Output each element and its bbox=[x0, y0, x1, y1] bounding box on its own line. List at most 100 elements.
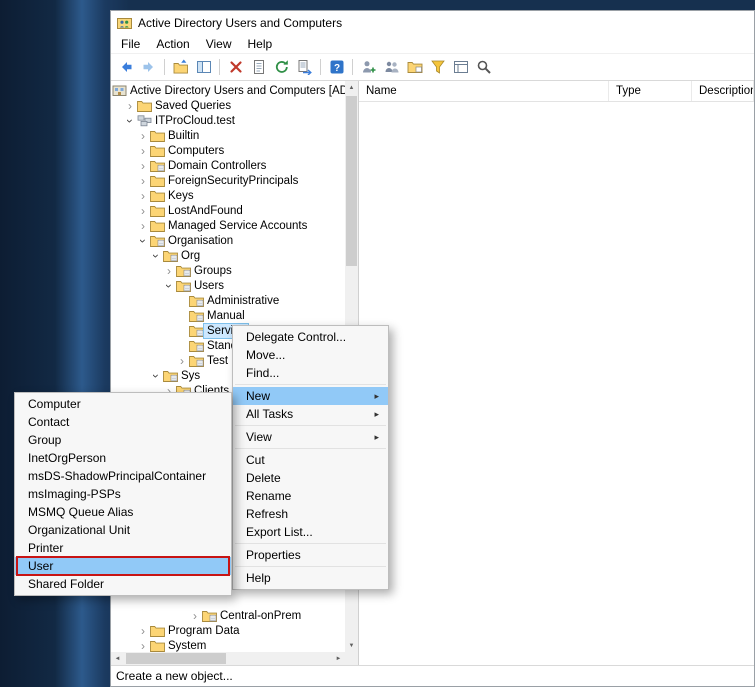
tree-item[interactable]: Administrative bbox=[111, 293, 345, 308]
scroll-up-icon[interactable]: ▲ bbox=[345, 81, 358, 94]
context-menu-item-delete[interactable]: Delete bbox=[233, 469, 388, 487]
expander-expanded-icon[interactable]: › bbox=[137, 235, 149, 247]
context-menu-item-new[interactable]: New▸ bbox=[233, 387, 388, 405]
expander-collapsed-icon[interactable]: › bbox=[137, 160, 149, 172]
tree-item-label: Central-onPrem bbox=[217, 609, 304, 623]
expander-collapsed-icon[interactable]: › bbox=[137, 205, 149, 217]
menu-help[interactable]: Help bbox=[240, 36, 281, 52]
context-menu-item-view[interactable]: View▸ bbox=[233, 428, 388, 446]
submenu-item-msds-shadowprincipalcontainer[interactable]: msDS-ShadowPrincipalContainer bbox=[15, 467, 231, 485]
context-menu-item-export-list[interactable]: Export List... bbox=[233, 523, 388, 541]
delete-button[interactable] bbox=[224, 56, 247, 78]
scroll-right-icon[interactable]: ► bbox=[332, 652, 345, 665]
column-header-name[interactable]: Name bbox=[359, 81, 609, 101]
new-group-button[interactable] bbox=[380, 56, 403, 78]
back-arrow-icon bbox=[118, 59, 134, 75]
delete-x-icon bbox=[228, 59, 244, 75]
submenu-item-msimaging-psps[interactable]: msImaging-PSPs bbox=[15, 485, 231, 503]
expander-expanded-icon[interactable]: › bbox=[150, 370, 162, 382]
tree-item[interactable]: ›Groups bbox=[111, 263, 345, 278]
folder-icon bbox=[149, 205, 165, 217]
tree-horizontal-scrollbar[interactable]: ◄ ► bbox=[111, 652, 345, 665]
back-button[interactable] bbox=[114, 56, 137, 78]
forward-button[interactable] bbox=[137, 56, 160, 78]
context-menu-item-delegate-control[interactable]: Delegate Control... bbox=[233, 328, 388, 346]
submenu-item-inetorgperson[interactable]: InetOrgPerson bbox=[15, 449, 231, 467]
tree-item[interactable]: ›ITProCloud.test bbox=[111, 113, 345, 128]
folder-icon bbox=[149, 625, 165, 637]
tree-item[interactable]: ›Domain Controllers bbox=[111, 158, 345, 173]
submenu-item-printer[interactable]: Printer bbox=[15, 539, 231, 557]
menu-item-label: Find... bbox=[246, 366, 279, 380]
vertical-scroll-thumb[interactable] bbox=[346, 96, 357, 266]
expander-expanded-icon[interactable]: › bbox=[124, 115, 136, 127]
tree-item[interactable]: ›Builtin bbox=[111, 128, 345, 143]
help-icon: ? bbox=[329, 59, 345, 75]
tree-item[interactable]: ›ForeignSecurityPrincipals bbox=[111, 173, 345, 188]
tree-item[interactable]: ›LostAndFound bbox=[111, 203, 345, 218]
tree-item[interactable]: ›Users bbox=[111, 278, 345, 293]
horizontal-scroll-thumb[interactable] bbox=[126, 653, 226, 664]
expander-collapsed-icon[interactable]: › bbox=[137, 175, 149, 187]
expander-collapsed-icon[interactable]: › bbox=[163, 265, 175, 277]
expander-collapsed-icon[interactable]: › bbox=[137, 625, 149, 637]
up-one-level-button[interactable] bbox=[169, 56, 192, 78]
expander-collapsed-icon[interactable]: › bbox=[137, 640, 149, 652]
submenu-item-computer[interactable]: Computer bbox=[15, 395, 231, 413]
find-button[interactable] bbox=[472, 56, 495, 78]
context-menu-item-help[interactable]: Help bbox=[233, 569, 388, 587]
context-menu-item-move[interactable]: Move... bbox=[233, 346, 388, 364]
expander-collapsed-icon[interactable]: › bbox=[137, 130, 149, 142]
tree-item[interactable]: ›Keys bbox=[111, 188, 345, 203]
submenu-item-msmq-queue-alias[interactable]: MSMQ Queue Alias bbox=[15, 503, 231, 521]
tree-item-label: Computers bbox=[165, 144, 227, 158]
expander-collapsed-icon[interactable]: › bbox=[124, 100, 136, 112]
expander-collapsed-icon[interactable]: › bbox=[176, 355, 188, 367]
context-menu-item-find[interactable]: Find... bbox=[233, 364, 388, 382]
tree-item[interactable]: › Computers bbox=[111, 143, 345, 158]
context-menu-item-all-tasks[interactable]: All Tasks▸ bbox=[233, 405, 388, 423]
folder-up-icon bbox=[173, 59, 189, 75]
submenu-item-user[interactable]: User bbox=[15, 557, 231, 575]
view-list-button[interactable] bbox=[449, 56, 472, 78]
show-console-tree-button[interactable] bbox=[192, 56, 215, 78]
expander-collapsed-icon[interactable]: › bbox=[137, 190, 149, 202]
menu-file[interactable]: File bbox=[113, 36, 148, 52]
context-menu-item-cut[interactable]: Cut bbox=[233, 451, 388, 469]
column-header-description[interactable]: Description bbox=[692, 81, 754, 101]
expander-collapsed-icon[interactable]: › bbox=[189, 610, 201, 622]
submenu-item-organizational-unit[interactable]: Organizational Unit bbox=[15, 521, 231, 539]
expander-collapsed-icon[interactable]: › bbox=[137, 220, 149, 232]
tree-item[interactable]: ›Org bbox=[111, 248, 345, 263]
submenu-item-contact[interactable]: Contact bbox=[15, 413, 231, 431]
tree-item[interactable]: ›Saved Queries bbox=[111, 98, 345, 113]
export-list-button[interactable] bbox=[293, 56, 316, 78]
tree-item[interactable]: ›Managed Service Accounts bbox=[111, 218, 345, 233]
expander-expanded-icon[interactable]: › bbox=[163, 280, 175, 292]
menu-action[interactable]: Action bbox=[148, 36, 197, 52]
menu-separator bbox=[235, 448, 386, 449]
expander-expanded-icon[interactable]: › bbox=[150, 250, 162, 262]
scroll-left-icon[interactable]: ◄ bbox=[111, 652, 124, 665]
set-filter-button[interactable] bbox=[426, 56, 449, 78]
context-menu-item-rename[interactable]: Rename bbox=[233, 487, 388, 505]
tree-item[interactable]: ›Organisation bbox=[111, 233, 345, 248]
tree-item[interactable]: Manual bbox=[111, 308, 345, 323]
new-ou-button[interactable] bbox=[403, 56, 426, 78]
tree-item[interactable]: › Central-onPrem bbox=[111, 608, 345, 623]
help-button[interactable]: ? bbox=[325, 56, 348, 78]
new-user-button[interactable] bbox=[357, 56, 380, 78]
properties-button[interactable] bbox=[247, 56, 270, 78]
refresh-button[interactable] bbox=[270, 56, 293, 78]
expander-collapsed-icon[interactable]: › bbox=[137, 145, 149, 157]
submenu-item-shared-folder[interactable]: Shared Folder bbox=[15, 575, 231, 593]
context-menu-item-refresh[interactable]: Refresh bbox=[233, 505, 388, 523]
tree-item[interactable]: ›Program Data bbox=[111, 623, 345, 638]
tree-item[interactable]: ›System bbox=[111, 638, 345, 652]
scroll-down-icon[interactable]: ▼ bbox=[345, 639, 358, 652]
column-header-type[interactable]: Type bbox=[609, 81, 692, 101]
submenu-item-group[interactable]: Group bbox=[15, 431, 231, 449]
context-menu-item-properties[interactable]: Properties bbox=[233, 546, 388, 564]
menu-view[interactable]: View bbox=[198, 36, 240, 52]
tree-item[interactable]: Active Directory Users and Computers [AD… bbox=[111, 83, 345, 98]
